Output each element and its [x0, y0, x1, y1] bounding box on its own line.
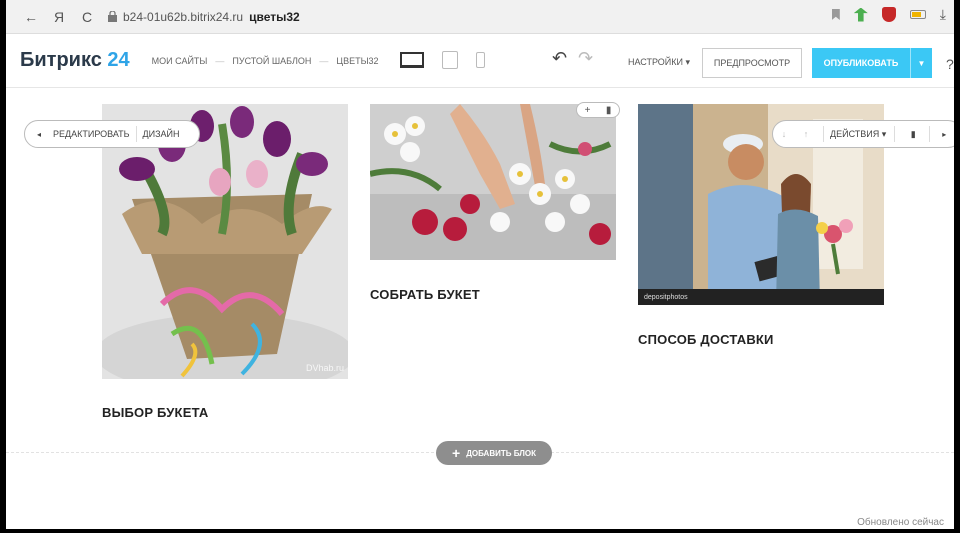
yandex-icon[interactable]: Я [48, 6, 70, 28]
logo-number: 24 [107, 49, 130, 71]
block-mini-toolbar: + ▮ [576, 102, 620, 118]
separator [135, 126, 137, 142]
logo[interactable]: Битрикс 24 [20, 49, 130, 72]
actions-menu[interactable]: ДЕЙСТВИЯ ▾ [830, 129, 886, 140]
desktop-icon[interactable] [400, 52, 424, 68]
chevron-down-icon[interactable]: ▼ [910, 48, 932, 78]
download-icon[interactable]: ⤓ [940, 6, 946, 23]
address-bar[interactable]: b24-01u62b.bitrix24.ru цветы32 [108, 10, 300, 24]
editor-toolbar: Битрикс 24 МОИ САЙТЫ — ПУСТОЙ ШАБЛОН — Ц… [6, 34, 954, 88]
move-up-icon[interactable]: ↑ [795, 129, 817, 139]
redo-icon[interactable]: ↷ [578, 48, 593, 69]
page-canvas: DVhab.ru ВЫБОР БУКЕТА + ▮ СОБРАТЬ БУКЕТ … [6, 89, 954, 529]
design-button[interactable]: ДИЗАЙН [143, 129, 180, 139]
breadcrumb-my-sites[interactable]: МОИ САЙТЫ [152, 56, 208, 66]
phone-icon[interactable] [476, 52, 485, 68]
breadcrumb-page[interactable]: ЦВЕТЫ32 [336, 56, 378, 66]
settings-label: НАСТРОЙКИ [628, 57, 683, 67]
trash-icon[interactable]: ▮ [606, 105, 612, 116]
undo-icon[interactable]: ↶ [552, 48, 567, 69]
chevron-down-icon: ▾ [685, 57, 691, 67]
arrange-image[interactable] [370, 104, 616, 260]
actions-label: ДЕЙСТВИЯ [830, 129, 880, 139]
back-icon[interactable]: ← [20, 6, 42, 28]
card-title[interactable]: СОБРАТЬ БУКЕТ [370, 287, 480, 302]
bookmark-icon[interactable] [831, 9, 840, 20]
browser-bar: ← Я C b24-01u62b.bitrix24.ru цветы32 ⤓ [6, 0, 954, 34]
chevron-left-icon[interactable]: ◂ [25, 130, 53, 139]
breadcrumb-template[interactable]: ПУСТОЙ ШАБЛОН [232, 56, 311, 66]
adblock-icon[interactable] [881, 7, 896, 22]
settings-menu[interactable]: НАСТРОЙКИ ▾ [628, 57, 690, 68]
reload-icon[interactable]: C [76, 6, 98, 28]
stock-watermark: depositphotos [644, 293, 688, 301]
block-edit-panel: ◂ РЕДАКТИРОВАТЬ ДИЗАЙН [24, 120, 200, 148]
plus-icon[interactable]: + [585, 105, 591, 116]
extension-icon[interactable] [853, 7, 868, 22]
chevron-right-icon[interactable]: ▸ [936, 130, 952, 139]
battery-icon [909, 10, 926, 19]
separator [823, 126, 824, 142]
device-switcher [400, 51, 485, 69]
flowers-illustration [370, 104, 616, 260]
tablet-icon[interactable] [442, 51, 458, 69]
edit-button[interactable]: РЕДАКТИРОВАТЬ [53, 129, 130, 139]
image-watermark: DVhab.ru [305, 363, 344, 373]
chevron-down-icon: ▾ [879, 128, 887, 139]
url-title: цветы32 [249, 9, 300, 24]
preview-button[interactable]: ПРЕДПРОСМОТР [702, 48, 802, 78]
publish-button[interactable]: ОПУБЛИКОВАТЬ ▼ [812, 48, 932, 78]
plus-icon: + [452, 445, 461, 461]
stock-watermark-bar: depositphotos [638, 289, 884, 305]
logo-text: Битрикс [20, 49, 102, 71]
block-actions-panel: ↓ ↑ ДЕЙСТВИЯ ▾ ▮ ▸ [772, 120, 954, 148]
url-host: b24-01u62b.bitrix24.ru [123, 9, 244, 24]
app-frame: ← Я C b24-01u62b.bitrix24.ru цветы32 ⤓ Б… [0, 0, 960, 533]
lock-icon [108, 11, 117, 22]
separator [929, 126, 931, 142]
breadcrumb: МОИ САЙТЫ — ПУСТОЙ ШАБЛОН — ЦВЕТЫ32 [152, 56, 379, 66]
trash-icon[interactable]: ▮ [903, 129, 923, 140]
card-title[interactable]: СПОСОБ ДОСТАВКИ [638, 332, 774, 347]
separator [894, 126, 896, 142]
add-block-label: ДОБАВИТЬ БЛОК [466, 448, 536, 458]
help-button[interactable]: ? [946, 56, 954, 72]
breadcrumb-separator: — [215, 55, 225, 66]
publish-label: ОПУБЛИКОВАТЬ [823, 58, 899, 68]
card-title[interactable]: ВЫБОР БУКЕТА [102, 405, 208, 420]
move-down-icon[interactable]: ↓ [773, 129, 795, 139]
breadcrumb-separator: — [319, 55, 329, 66]
add-block-button[interactable]: + ДОБАВИТЬ БЛОК [436, 441, 552, 465]
save-status: Обновлено сейчас [857, 517, 944, 528]
